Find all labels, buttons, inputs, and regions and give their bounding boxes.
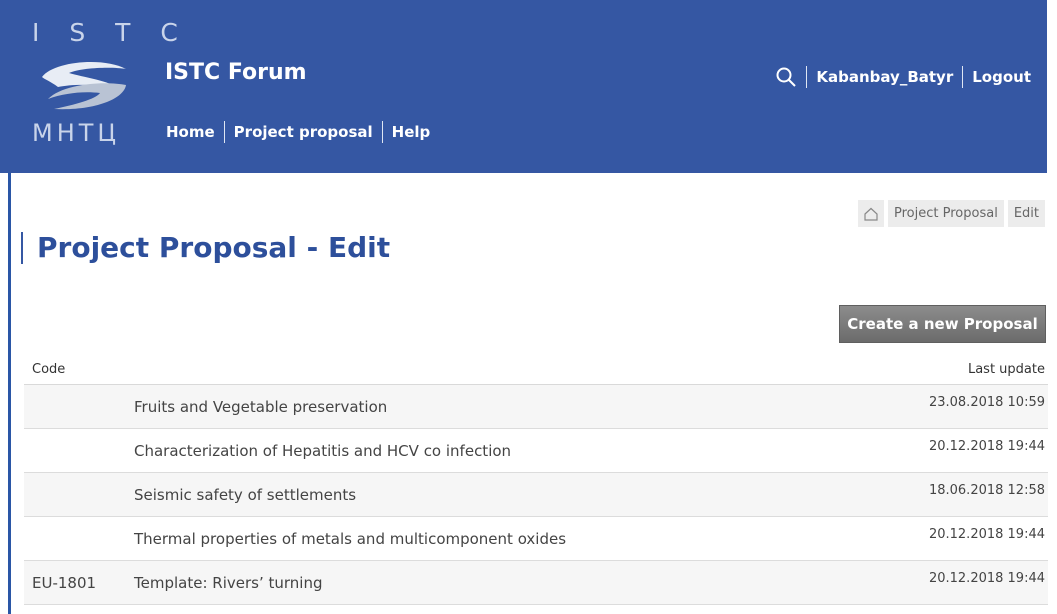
column-header-code[interactable]: Code [32, 362, 65, 377]
row-title[interactable]: Fruits and Vegetable preservation [134, 385, 387, 429]
row-last-update: 20.12.2018 19:44 [928, 571, 1045, 586]
home-icon [864, 207, 878, 221]
row-last-update: 18.06.2018 12:58 [928, 483, 1045, 498]
create-new-proposal-button[interactable]: Create a new Proposal [839, 305, 1046, 343]
breadcrumb-item-edit: Edit [1007, 200, 1045, 227]
nav-divider [381, 121, 383, 143]
site-title[interactable]: ISTC Forum [165, 62, 307, 84]
row-last-update: 20.12.2018 19:44 [928, 439, 1045, 454]
breadcrumb-home[interactable] [858, 200, 885, 227]
site-header: I S T C МНТЦ ISTC Forum Home Project pro… [0, 0, 1047, 173]
logo-text-latin: I S T C [32, 18, 189, 47]
row-title[interactable]: Thermal properties of metals and multico… [134, 517, 566, 561]
row-last-update: 20.12.2018 19:44 [928, 527, 1045, 542]
row-title[interactable]: Seismic safety of settlements [134, 473, 356, 517]
table-row[interactable]: Thermal properties of metals and multico… [24, 517, 1048, 561]
breadcrumb-item-project-proposal[interactable]: Project Proposal [888, 200, 1004, 227]
table-row[interactable]: EU-1801 Template: Rivers’ turning 20.12.… [24, 561, 1048, 605]
istc-logo-icon[interactable] [34, 55, 134, 115]
table-row[interactable]: Seismic safety of settlements 18.06.2018… [24, 473, 1048, 517]
row-title[interactable]: Template: Rivers’ turning [134, 561, 322, 605]
nav-help-link[interactable]: Help [392, 123, 431, 141]
nav-home-link[interactable]: Home [166, 123, 215, 141]
table-row[interactable]: Characterization of Hepatitis and HCV co… [24, 429, 1048, 473]
row-code: EU-1801 [32, 574, 97, 592]
table-header: Code Last update [24, 354, 1048, 385]
main-nav: Home Project proposal Help [166, 121, 430, 143]
user-nav-divider [806, 66, 808, 88]
breadcrumb: Project Proposal Edit [858, 200, 1045, 227]
proposals-table: Code Last update Fruits and Vegetable pr… [24, 354, 1048, 605]
table-row[interactable]: Fruits and Vegetable preservation 23.08.… [24, 385, 1048, 429]
column-header-last-update[interactable]: Last update [968, 362, 1045, 377]
row-title[interactable]: Characterization of Hepatitis and HCV co… [134, 429, 511, 473]
nav-project-proposal-link[interactable]: Project proposal [234, 123, 373, 141]
user-nav-divider [962, 66, 964, 88]
user-nav: Kabanbay_Batyr Logout [775, 66, 1031, 88]
row-last-update: 23.08.2018 10:59 [928, 395, 1045, 410]
username-link[interactable]: Kabanbay_Batyr [816, 68, 953, 86]
nav-divider [223, 121, 225, 143]
search-icon[interactable] [775, 66, 797, 88]
page-title: Project Proposal - Edit [21, 232, 390, 264]
logout-link[interactable]: Logout [972, 68, 1031, 86]
logo-text-cyrillic: МНТЦ [32, 119, 121, 147]
